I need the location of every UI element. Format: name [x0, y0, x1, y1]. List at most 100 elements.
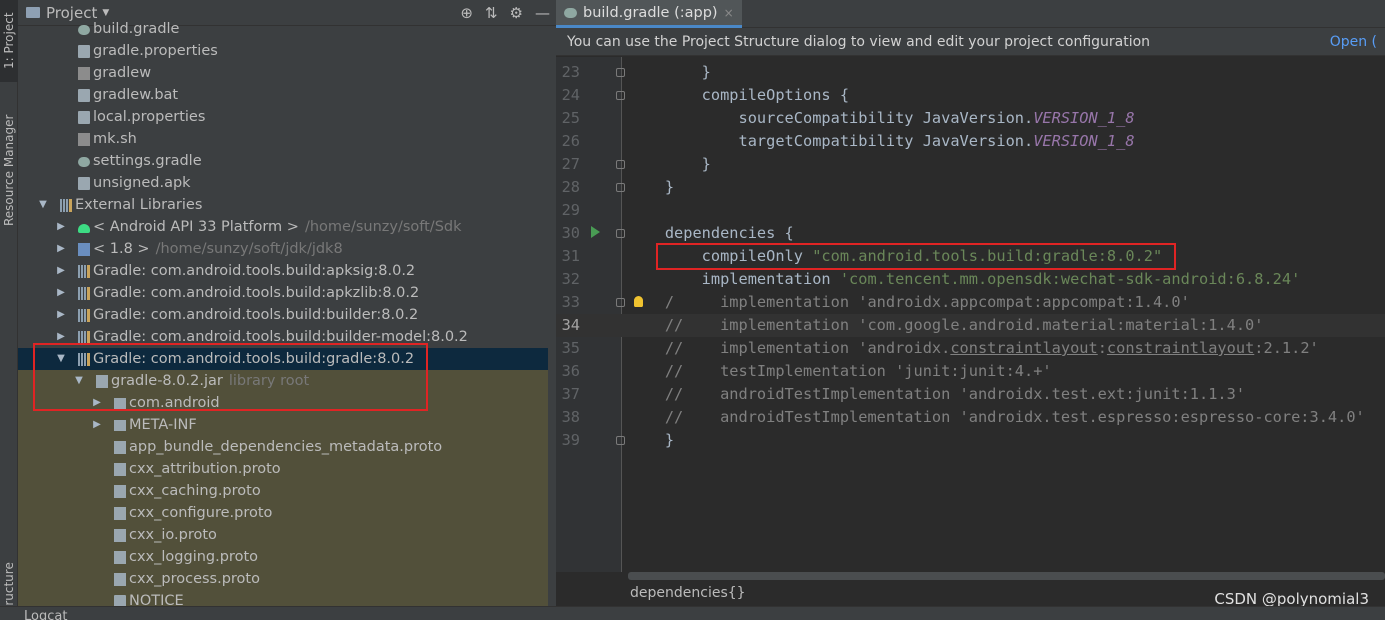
tree-item-label: build.gradle	[93, 21, 180, 37]
code-token: }	[628, 155, 711, 173]
tree-item[interactable]: ▶ Gradle: com.android.tools.build:apkzlib…	[18, 282, 548, 304]
collapsed-arrow-icon[interactable]: ▶	[92, 414, 102, 436]
tree-item[interactable]: app_bundle_dependencies_metadata.proto	[18, 436, 548, 458]
tree-item[interactable]: unsigned.apk	[18, 172, 548, 194]
expanded-arrow-icon[interactable]: ▼	[38, 194, 48, 216]
code-line[interactable]: 34 // implementation 'com.google.android…	[556, 314, 1385, 337]
fold-marker-icon[interactable]	[616, 160, 625, 169]
tree-item[interactable]: settings.gradle	[18, 150, 548, 172]
collapsed-arrow-icon[interactable]: ▶	[56, 216, 66, 238]
fold-marker-icon[interactable]	[616, 436, 625, 445]
code-line[interactable]: 25 sourceCompatibility JavaVersion.VERSI…	[556, 107, 1385, 130]
tree-item[interactable]: cxx_logging.proto	[18, 546, 548, 568]
collapsed-arrow-icon[interactable]: ▶	[56, 304, 66, 326]
tree-item[interactable]: ▶ < Android API 33 Platform > /home/sunzy/…	[18, 216, 548, 238]
properties-file-icon	[78, 111, 90, 124]
tree-item-label: gradle.properties	[93, 43, 218, 59]
code-text: dependencies {	[628, 222, 794, 245]
resource-manager-tool-tab[interactable]: Resource Manager	[0, 100, 18, 240]
fold-marker-icon[interactable]	[616, 91, 625, 100]
editor-horizontal-scrollbar[interactable]	[628, 572, 1385, 580]
tab-build-gradle-app[interactable]: build.gradle (:app) ×	[556, 0, 742, 28]
tree-item[interactable]: ▼ gradle-8.0.2.jar library root	[18, 370, 548, 392]
code-line[interactable]: 31 compileOnly "com.android.tools.build:…	[556, 245, 1385, 268]
line-number: 32	[561, 270, 580, 288]
tree-item[interactable]: cxx_io.proto	[18, 524, 548, 546]
expanded-arrow-icon[interactable]: ▼	[56, 348, 66, 370]
close-icon[interactable]: ×	[724, 6, 734, 20]
expanded-arrow-icon[interactable]: ▼	[74, 370, 84, 392]
tree-item[interactable]: ▶ < 1.8 > /home/sunzy/soft/jdk/jdk8	[18, 238, 548, 260]
code-token: / implementation 'androidx.appcompat:app…	[628, 293, 1190, 311]
tree-item-label: unsigned.apk	[93, 175, 191, 191]
tree-item-label: < 1.8 >	[93, 241, 150, 257]
tree-item[interactable]: cxx_process.proto	[18, 568, 548, 590]
tree-item-label: local.properties	[93, 109, 206, 125]
code-line[interactable]: 26 targetCompatibility JavaVersion.VERSI…	[556, 130, 1385, 153]
tree-item[interactable]: gradlew	[18, 62, 548, 84]
code-text: // androidTestImplementation 'androidx.t…	[628, 383, 1245, 406]
run-icon[interactable]	[591, 226, 600, 238]
code-line[interactable]: 30 dependencies {	[556, 222, 1385, 245]
tree-item-label: gradle-8.0.2.jar	[111, 373, 223, 389]
line-number: 33	[561, 293, 580, 311]
tree-item[interactable]: gradlew.bat	[18, 84, 548, 106]
code-line[interactable]: 32 implementation 'com.tencent.mm.opensd…	[556, 268, 1385, 291]
collapsed-arrow-icon[interactable]: ▶	[56, 238, 66, 260]
logcat-tool-tab[interactable]: Logcat	[24, 609, 67, 620]
project-panel: Project ▼ ⊕ ⇅ ⚙ — build.gradle gradle.pro…	[18, 0, 556, 606]
code-token: :	[1097, 339, 1107, 357]
code-text: implementation 'com.tencent.mm.opensdk:w…	[628, 268, 1301, 291]
file-icon	[78, 89, 90, 102]
collapsed-arrow-icon[interactable]: ▶	[92, 392, 102, 414]
library-icon	[78, 265, 90, 278]
fold-marker-icon[interactable]	[616, 183, 625, 192]
tree-item[interactable]: mk.sh	[18, 128, 548, 150]
code-line[interactable]: 38 // androidTestImplementation 'android…	[556, 406, 1385, 429]
tree-item[interactable]: ▶ Gradle: com.android.tools.build:builder…	[18, 326, 548, 348]
code-line[interactable]: 29	[556, 199, 1385, 222]
tree-item[interactable]: ▶ com.android	[18, 392, 548, 414]
collapsed-arrow-icon[interactable]: ▶	[56, 260, 66, 282]
tree-item-label: settings.gradle	[93, 153, 202, 169]
project-tool-tab[interactable]: 1: Project	[0, 0, 18, 82]
code-line[interactable]: 23 }	[556, 61, 1385, 84]
gradle-icon	[78, 157, 90, 167]
code-token: // androidTestImplementation 'androidx.t…	[628, 385, 1246, 403]
code-line[interactable]: 39 }	[556, 429, 1385, 452]
code-line[interactable]: 24 compileOptions {	[556, 84, 1385, 107]
tree-item[interactable]: cxx_caching.proto	[18, 480, 548, 502]
bottom-tool-bar: Logcat	[0, 606, 1385, 620]
collapsed-arrow-icon[interactable]: ▶	[56, 326, 66, 348]
code-token: }	[628, 178, 675, 196]
fold-marker-icon[interactable]	[616, 229, 625, 238]
tree-item[interactable]: NOTICE	[18, 590, 548, 606]
collapsed-arrow-icon[interactable]: ▶	[56, 282, 66, 304]
open-project-structure-link[interactable]: Open (	[1330, 34, 1377, 50]
package-icon	[114, 420, 126, 431]
code-line[interactable]: 36 // testImplementation 'junit:junit:4.…	[556, 360, 1385, 383]
tree-item[interactable]: gradle.properties	[18, 40, 548, 62]
chevron-down-icon[interactable]: ▼	[102, 8, 109, 18]
code-line[interactable]: 28 }	[556, 176, 1385, 199]
tree-item[interactable]: ▶ Gradle: com.android.tools.build:apksig:…	[18, 260, 548, 282]
tree-item[interactable]: build.gradle	[18, 18, 548, 40]
tree-item[interactable]: local.properties	[18, 106, 548, 128]
code-line[interactable]: 27 }	[556, 153, 1385, 176]
tree-item[interactable]: ▶ Gradle: com.android.tools.build:builder…	[18, 304, 548, 326]
code-text: // androidTestImplementation 'androidx.t…	[628, 406, 1365, 429]
code-line[interactable]: 37 // androidTestImplementation 'android…	[556, 383, 1385, 406]
tree-item[interactable]: cxx_configure.proto	[18, 502, 548, 524]
tree-item[interactable]: ▼ Gradle: com.android.tools.build:gradle:…	[18, 348, 548, 370]
tree-item[interactable]: ▼ External Libraries	[18, 194, 548, 216]
code-text: compileOnly "com.android.tools.build:gra…	[628, 245, 1163, 268]
code-area[interactable]: 23 } 24 compileOptions {25 sourceCompatib…	[556, 61, 1385, 452]
code-line[interactable]: 33 / implementation 'androidx.appcompat:…	[556, 291, 1385, 314]
tree-item[interactable]: cxx_attribution.proto	[18, 458, 548, 480]
fold-marker-icon[interactable]	[616, 68, 625, 77]
fold-marker-icon[interactable]	[616, 298, 625, 307]
tree-item-label: gradlew	[93, 65, 152, 81]
tree-item[interactable]: ▶ META-INF	[18, 414, 548, 436]
code-line[interactable]: 35 // implementation 'androidx.constrain…	[556, 337, 1385, 360]
gradle-icon	[78, 25, 90, 35]
